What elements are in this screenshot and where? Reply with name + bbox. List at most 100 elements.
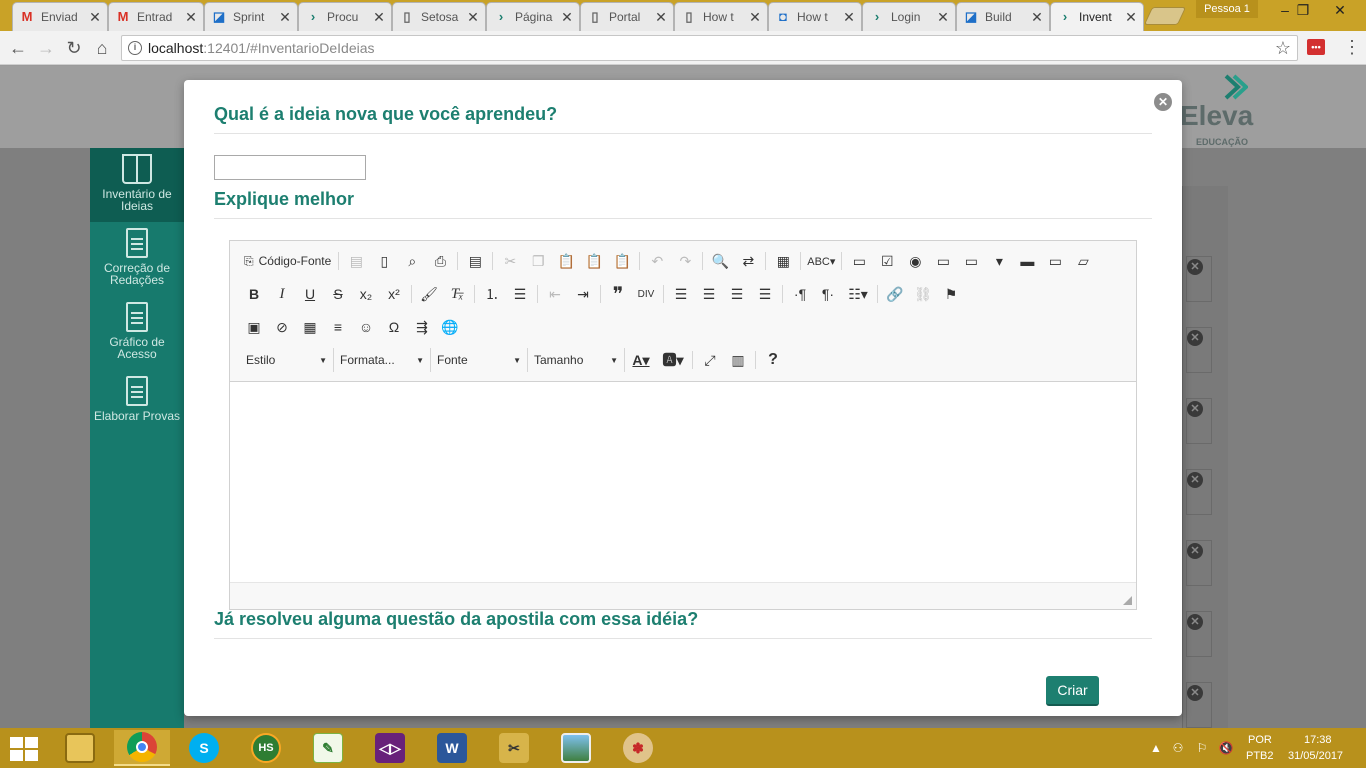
hs-app[interactable]: HS bbox=[238, 730, 294, 766]
strikethrough-icon[interactable]: S bbox=[324, 282, 352, 306]
font-combo[interactable]: Fonte ▼ bbox=[431, 348, 528, 372]
special-char-icon[interactable]: Ω bbox=[380, 315, 408, 339]
photos-app[interactable] bbox=[548, 730, 604, 766]
text-color-icon[interactable]: A▾ bbox=[625, 348, 657, 372]
smiley-icon[interactable]: ☺ bbox=[352, 315, 380, 339]
remove-format-icon[interactable]: T̶ₓ bbox=[443, 282, 471, 306]
help-icon[interactable]: ? bbox=[759, 348, 787, 372]
form-icon[interactable]: ▭ bbox=[845, 249, 873, 273]
close-tab-icon[interactable]: ✕ bbox=[1125, 9, 1137, 26]
delete-icon[interactable]: ✕ bbox=[1187, 543, 1203, 559]
browser-tab[interactable]: ▯ Portal ✕ bbox=[580, 2, 674, 31]
browser-tab-active[interactable]: › Invent ✕ bbox=[1050, 2, 1144, 31]
format-combo[interactable]: Formata... ▼ bbox=[334, 348, 431, 372]
browser-tab[interactable]: M Entrad ✕ bbox=[108, 2, 204, 31]
close-tab-icon[interactable]: ✕ bbox=[279, 9, 291, 26]
save-icon[interactable]: ▤ bbox=[342, 249, 370, 273]
close-tab-icon[interactable]: ✕ bbox=[843, 9, 855, 26]
page-break-icon[interactable]: ⇶ bbox=[408, 315, 436, 339]
copy-icon[interactable]: ❐ bbox=[524, 249, 552, 273]
sidebar-item-correcao[interactable]: Correção de Redações bbox=[90, 222, 184, 296]
close-tab-icon[interactable]: ✕ bbox=[89, 9, 101, 26]
align-right-icon[interactable]: ☰ bbox=[723, 282, 751, 306]
visual-studio-app[interactable]: ◁▷ bbox=[362, 730, 418, 766]
sidebar-item-inventario[interactable]: Inventário de Ideias bbox=[90, 148, 184, 222]
copy-format-icon[interactable]: 🖌 bbox=[415, 282, 443, 306]
source-button[interactable]: ⎘ Código-Fonte bbox=[240, 249, 335, 273]
info-icon[interactable]: i bbox=[128, 41, 142, 55]
select-field-icon[interactable]: ▾ bbox=[985, 249, 1013, 273]
maximize-icon[interactable]: ⤢ bbox=[696, 348, 724, 372]
resize-grip-icon[interactable] bbox=[1123, 596, 1132, 605]
clock[interactable]: 17:38 31/05/2017 bbox=[1282, 728, 1354, 768]
close-tab-icon[interactable]: ✕ bbox=[185, 9, 197, 26]
unlink-icon[interactable]: ⛓ bbox=[909, 282, 937, 306]
find-icon[interactable]: 🔍 bbox=[706, 249, 734, 273]
print-icon[interactable]: ⎙ bbox=[426, 249, 454, 273]
align-left-icon[interactable]: ☰ bbox=[667, 282, 695, 306]
skype-app[interactable]: S bbox=[176, 730, 232, 766]
new-page-icon[interactable]: ▯ bbox=[370, 249, 398, 273]
delete-icon[interactable]: ✕ bbox=[1187, 472, 1203, 488]
undo-icon[interactable]: ↶ bbox=[643, 249, 671, 273]
image-icon[interactable]: ▣ bbox=[240, 315, 268, 339]
close-tab-icon[interactable]: ✕ bbox=[937, 9, 949, 26]
outdent-icon[interactable]: ⇤ bbox=[541, 282, 569, 306]
close-tab-icon[interactable]: ✕ bbox=[1031, 9, 1043, 26]
language-indicator[interactable]: POR PTB2 bbox=[1244, 728, 1278, 768]
anchor-flag-icon[interactable]: ⚑ bbox=[937, 282, 965, 306]
subscript-icon[interactable]: x₂ bbox=[352, 282, 380, 306]
image-button-icon[interactable]: ▭ bbox=[1041, 249, 1069, 273]
rtl-icon[interactable]: ¶· bbox=[814, 282, 842, 306]
sidebar-item-provas[interactable]: Elaborar Provas bbox=[90, 370, 184, 444]
background-color-icon[interactable]: 🅰▾ bbox=[657, 348, 689, 372]
replace-icon[interactable]: ⇄ bbox=[734, 249, 762, 273]
paint-app[interactable]: ✽ bbox=[610, 730, 666, 766]
delete-icon[interactable]: ✕ bbox=[1187, 614, 1203, 630]
link-icon[interactable]: 🔗 bbox=[881, 282, 909, 306]
hidden-field-icon[interactable]: ▱ bbox=[1069, 249, 1097, 273]
superscript-icon[interactable]: x² bbox=[380, 282, 408, 306]
button-field-icon[interactable]: ▬ bbox=[1013, 249, 1041, 273]
browser-tab[interactable]: ▯ How t ✕ bbox=[674, 2, 768, 31]
show-blocks-icon[interactable]: ▥ bbox=[724, 348, 752, 372]
bold-icon[interactable]: B bbox=[240, 282, 268, 306]
notepad-plus-app[interactable]: ✎ bbox=[300, 730, 356, 766]
numbered-list-icon[interactable]: ⒈ bbox=[478, 282, 506, 306]
radio-icon[interactable]: ◉ bbox=[901, 249, 929, 273]
justify-icon[interactable]: ☰ bbox=[751, 282, 779, 306]
bookmark-star-icon[interactable]: ☆ bbox=[1275, 36, 1291, 60]
checkbox-icon[interactable]: ☑ bbox=[873, 249, 901, 273]
network-icon[interactable]: ⚇ bbox=[1170, 741, 1186, 755]
browser-tab[interactable]: › Página ✕ bbox=[486, 2, 580, 31]
underline-icon[interactable]: U bbox=[296, 282, 324, 306]
forward-icon[interactable]: → bbox=[34, 36, 58, 60]
create-button[interactable]: Criar bbox=[1046, 676, 1099, 706]
table-icon[interactable]: ▦ bbox=[296, 315, 324, 339]
idea-title-input[interactable] bbox=[214, 155, 366, 180]
sidebar-item-grafico[interactable]: Gráfico de Acesso bbox=[90, 296, 184, 370]
close-modal-icon[interactable]: ✕ bbox=[1154, 93, 1172, 111]
extension-icon[interactable]: ••• bbox=[1307, 39, 1325, 55]
close-tab-icon[interactable]: ✕ bbox=[561, 9, 573, 26]
paste-icon[interactable]: 📋 bbox=[552, 249, 580, 273]
italic-icon[interactable]: I bbox=[268, 282, 296, 306]
close-tab-icon[interactable]: ✕ bbox=[467, 9, 479, 26]
close-window-icon[interactable]: ✕ bbox=[1325, 0, 1355, 20]
div-icon[interactable]: DIV bbox=[632, 282, 660, 306]
iframe-icon[interactable]: 🌐 bbox=[436, 315, 464, 339]
cut-icon[interactable]: ✂ bbox=[496, 249, 524, 273]
style-combo[interactable]: Estilo ▼ bbox=[240, 348, 334, 372]
browser-tab[interactable]: › Login ✕ bbox=[862, 2, 956, 31]
delete-icon[interactable]: ✕ bbox=[1187, 259, 1203, 275]
windows-start-icon[interactable] bbox=[10, 737, 38, 761]
flag-icon[interactable]: ⚐ bbox=[1194, 741, 1210, 755]
align-center-icon[interactable]: ☰ bbox=[695, 282, 723, 306]
indent-icon[interactable]: ⇥ bbox=[569, 282, 597, 306]
chrome-app[interactable] bbox=[114, 730, 170, 766]
paste-text-icon[interactable]: 📋 bbox=[580, 249, 608, 273]
tools-app[interactable]: ✂ bbox=[486, 730, 542, 766]
close-tab-icon[interactable]: ✕ bbox=[655, 9, 667, 26]
browser-tab[interactable]: M Enviad ✕ bbox=[12, 2, 108, 31]
browser-tab[interactable]: ◪ Build ✕ bbox=[956, 2, 1050, 31]
